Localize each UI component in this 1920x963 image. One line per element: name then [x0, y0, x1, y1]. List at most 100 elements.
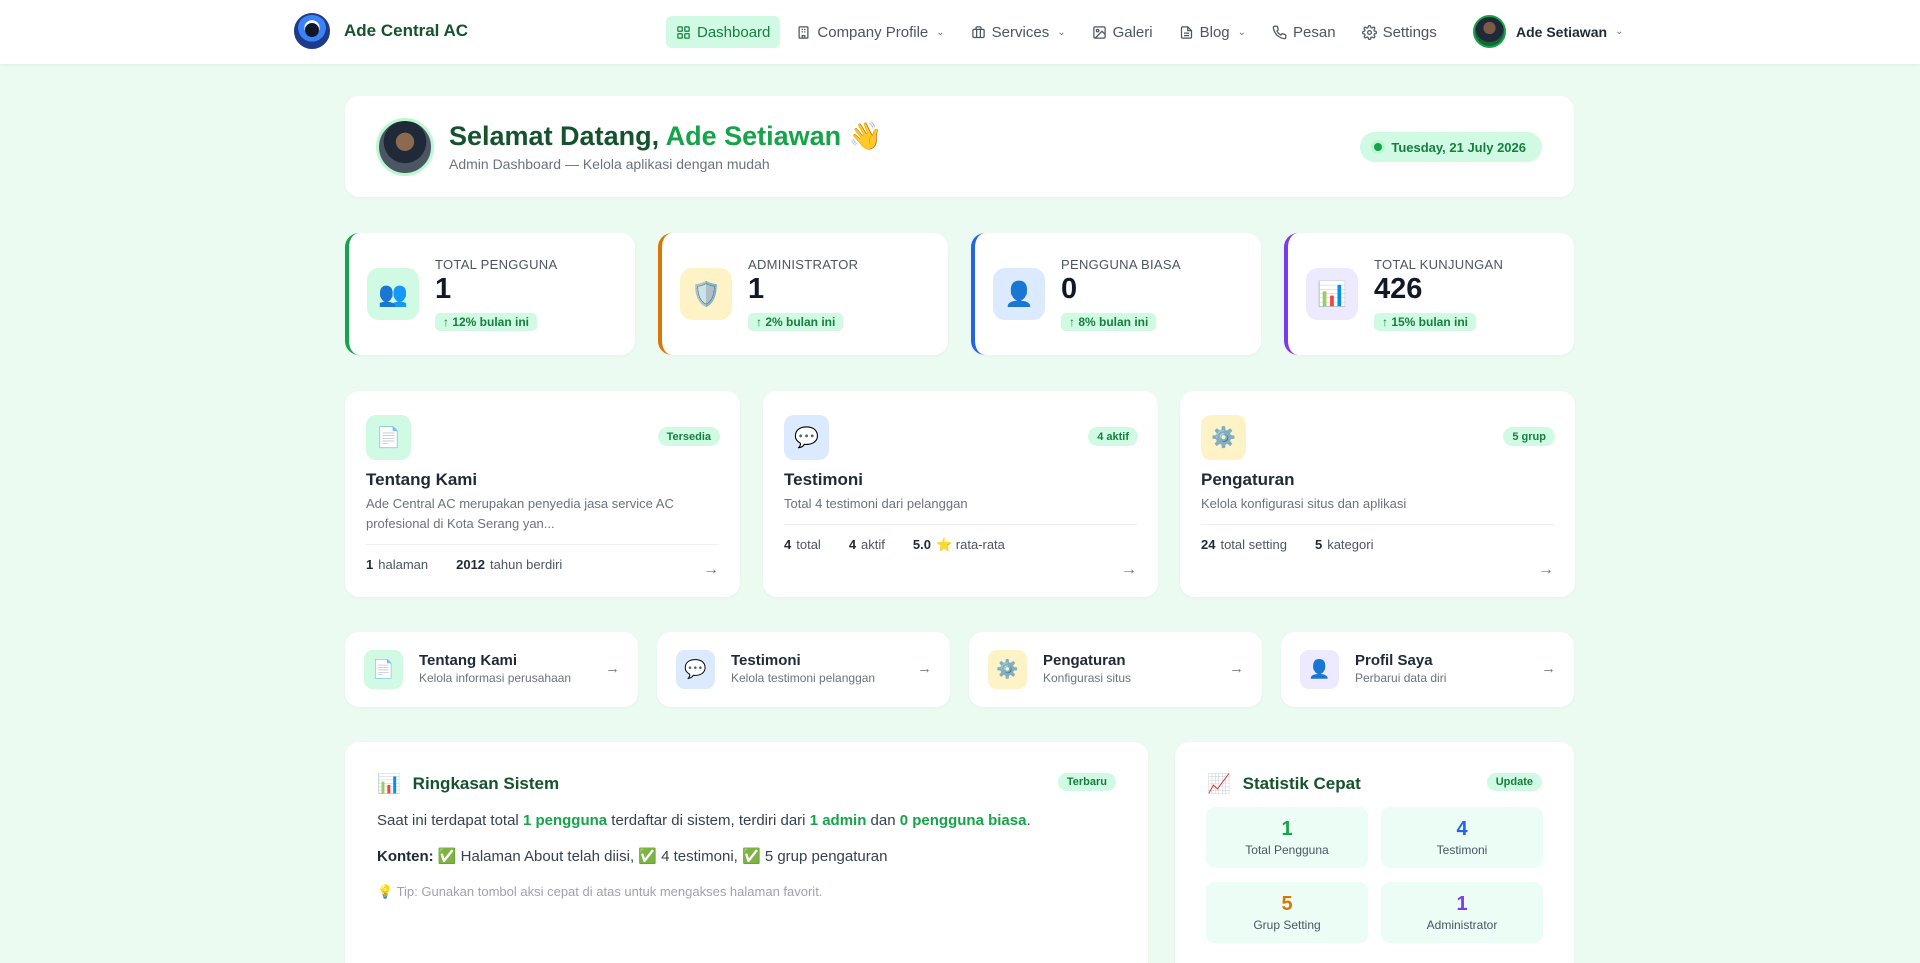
quick-action-subtitle: Konfigurasi situs	[1043, 671, 1132, 685]
arrow-right-icon: →	[917, 660, 932, 677]
user-icon: 👤	[1300, 650, 1339, 689]
user-icon: 👤	[993, 268, 1045, 320]
nav-item-galeri[interactable]: Galeri	[1082, 16, 1163, 48]
quick-action-title: Profil Saya	[1355, 652, 1433, 669]
status-badge: 5 grup	[1503, 427, 1555, 446]
meta-item: 24 total setting	[1201, 537, 1287, 552]
nav-item-dashboard[interactable]: Dashboard	[666, 16, 781, 48]
meta-item: 1 halaman	[366, 557, 429, 572]
status-badge: Terbaru	[1057, 773, 1116, 791]
section-title: 📊 Ringkasan Sistem	[377, 772, 559, 796]
avatar	[1473, 15, 1506, 48]
quick-action-title: Tentang Kami	[419, 652, 518, 669]
divider	[366, 544, 719, 545]
divider	[784, 524, 1137, 525]
status-badge: Tersedia	[657, 427, 720, 446]
quick-action-pengaturan[interactable]: ⚙️ Pengaturan Konfigurasi situs →	[969, 632, 1262, 707]
quick-action-title: Testimoni	[731, 652, 801, 669]
stat-value: 1	[435, 273, 452, 305]
document-icon	[1180, 25, 1192, 39]
quick-stat-total-pengguna: 1 Total Pengguna	[1206, 807, 1368, 868]
feature-title: Pengaturan	[1201, 470, 1295, 489]
quick-action-profil-saya[interactable]: 👤 Profil Saya Perbarui data diri →	[1281, 632, 1574, 707]
stat-value: 426	[1374, 273, 1423, 305]
grid-icon	[677, 25, 690, 39]
divider	[1201, 524, 1554, 525]
quick-stat-label: Administrator	[1426, 918, 1498, 932]
quick-action-tentang-kami[interactable]: 📄 Tentang Kami Kelola informasi perusaha…	[345, 632, 638, 707]
quick-action-testimoni[interactable]: 💬 Testimoni Kelola testimoni pelanggan →	[657, 632, 950, 707]
arrow-right-icon[interactable]: →	[1121, 561, 1137, 579]
welcome-avatar	[376, 118, 434, 176]
stat-label: PENGGUNA BIASA	[1061, 257, 1181, 272]
nav-item-settings[interactable]: Settings	[1352, 16, 1447, 48]
stat-label: TOTAL KUNJUNGAN	[1374, 257, 1504, 272]
date-text: Tuesday, 21 July 2026	[1391, 139, 1526, 155]
welcome-card: Selamat Datang, Ade Setiawan 👋 Admin Das…	[345, 96, 1574, 197]
quick-action-subtitle: Kelola informasi perusahaan	[419, 671, 572, 685]
feature-meta: 24 total setting 5 kategori	[1201, 537, 1401, 552]
user-menu[interactable]: Ade Setiawan ⌄	[1473, 15, 1623, 48]
bar-chart-icon: 📊	[377, 774, 401, 795]
wave-icon: 👋	[848, 121, 883, 151]
summary-paragraph: Saat ini terdapat total 1 pengguna terda…	[377, 812, 1031, 829]
arrow-right-icon: →	[605, 660, 620, 677]
arrow-right-icon[interactable]: →	[703, 561, 719, 579]
shield-icon: 🛡️	[680, 268, 732, 320]
feature-card-testimoni[interactable]: 💬 4 aktif Testimoni Total 4 testimoni da…	[763, 391, 1158, 597]
nav-item-company-profile[interactable]: Company Profile ⌄	[786, 16, 954, 48]
arrow-right-icon: →	[1541, 660, 1556, 677]
feature-description: Total 4 testimoni dari pelanggan	[784, 496, 968, 511]
meta-item: 5 kategori	[1314, 537, 1374, 552]
nav-item-label: Blog	[1199, 23, 1230, 41]
section-title-text: Ringkasan Sistem	[412, 774, 560, 793]
status-dot-icon	[1374, 143, 1383, 151]
system-summary-card: 📊 Ringkasan Sistem Terbaru Saat ini terd…	[345, 742, 1148, 963]
nav-item-pesan[interactable]: Pesan	[1262, 16, 1346, 48]
quick-stat-label: Grup Setting	[1253, 918, 1321, 932]
gear-icon: ⚙️	[988, 650, 1027, 689]
nav-item-blog[interactable]: Blog ⌄	[1169, 16, 1256, 48]
quick-stat-administrator: 1 Administrator	[1381, 882, 1543, 943]
brand-name: Ade Central AC	[344, 21, 469, 40]
stat-trend: ↑ 8% bulan ini	[1061, 313, 1157, 331]
welcome-title: Selamat Datang, Ade Setiawan 👋	[449, 120, 882, 152]
feature-description: Ade Central AC merupakan penyedia jasa s…	[366, 496, 674, 531]
quick-stat-grup-setting: 5 Grup Setting	[1206, 882, 1368, 943]
feature-title: Tentang Kami	[366, 470, 478, 489]
stat-value: 1	[748, 273, 765, 305]
stat-trend: ↑ 2% bulan ini	[748, 313, 844, 331]
bar-chart-icon: 📊	[1306, 268, 1358, 320]
nav-item-label: Settings	[1382, 23, 1437, 41]
quick-stat-label: Testimoni	[1436, 843, 1488, 857]
section-title-text: Statistik Cepat	[1242, 774, 1361, 793]
status-badge: 4 aktif	[1088, 427, 1138, 446]
trend-chart-icon: 📈	[1207, 774, 1231, 795]
quick-stats-card: 📈 Statistik Cepat Update 1 Total Penggun…	[1175, 742, 1574, 963]
feature-card-tentang-kami[interactable]: 📄 Tersedia Tentang Kami Ade Central AC m…	[345, 391, 740, 597]
quick-action-subtitle: Kelola testimoni pelanggan	[731, 671, 876, 685]
feature-title: Testimoni	[784, 470, 864, 489]
nav-item-label: Galeri	[1112, 23, 1153, 41]
nav-item-services[interactable]: Services ⌄	[961, 16, 1076, 48]
chevron-down-icon: ⌄	[936, 26, 945, 38]
chat-icon: 💬	[784, 415, 829, 460]
stat-card-administrator: 🛡️ ADMINISTRATOR 1 ↑ 2% bulan ini	[658, 233, 948, 355]
content-paragraph: Konten: ✅ Halaman About telah diisi, ✅ 4…	[377, 848, 888, 865]
arrow-right-icon: →	[1229, 660, 1244, 677]
meta-item: 4 aktif	[848, 537, 885, 552]
meta-item: 2012 tahun berdiri	[456, 557, 563, 572]
greeting: Selamat Datang,	[449, 121, 660, 151]
brand[interactable]: Ade Central AC	[294, 13, 468, 49]
quick-stat-testimoni: 4 Testimoni	[1381, 807, 1543, 868]
quick-stat-value: 5	[1281, 893, 1293, 915]
quick-action-subtitle: Perbarui data diri	[1355, 671, 1447, 685]
arrow-right-icon[interactable]: →	[1538, 561, 1554, 579]
status-badge: Update	[1486, 773, 1542, 791]
feature-card-pengaturan[interactable]: ⚙️ 5 grup Pengaturan Kelola konfigurasi …	[1180, 391, 1575, 597]
date-badge: Tuesday, 21 July 2026	[1360, 132, 1542, 162]
feature-meta: 4 total 4 aktif 5.0 ⭐ rata-rata	[784, 537, 1033, 553]
welcome-user-name: Ade Setiawan	[665, 121, 842, 151]
chevron-down-icon: ⌄	[1237, 26, 1247, 38]
quick-action-title: Pengaturan	[1043, 652, 1126, 669]
